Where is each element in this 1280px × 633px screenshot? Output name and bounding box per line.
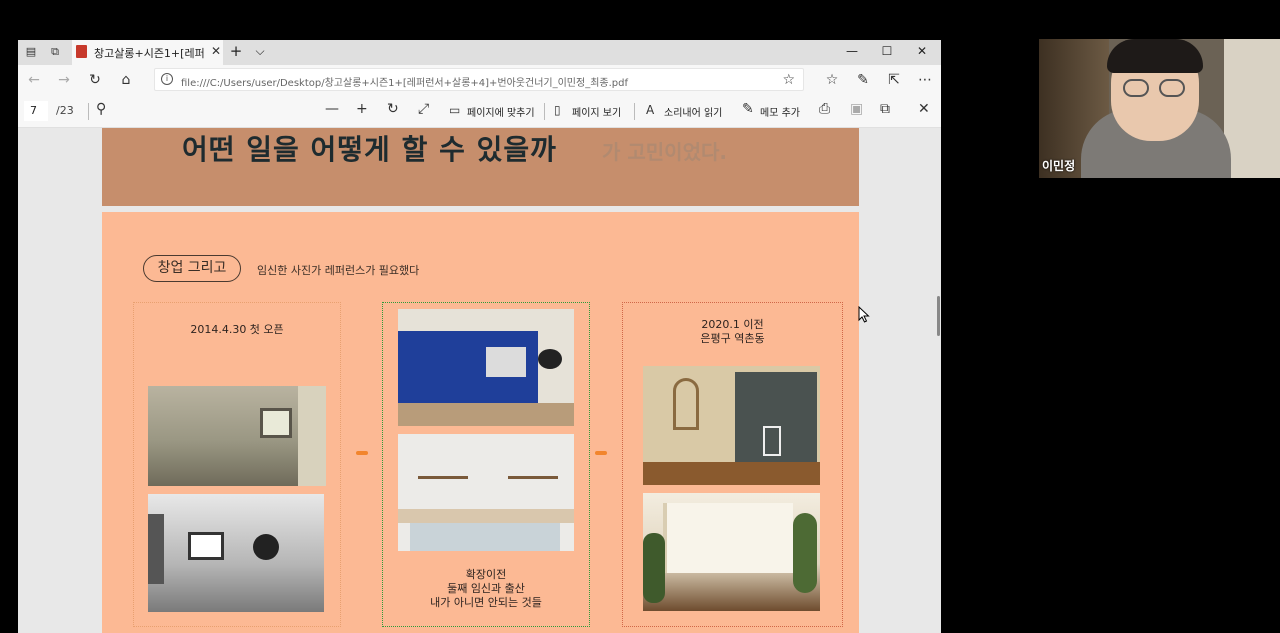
- cam-background-wall: [1224, 39, 1280, 178]
- column-2-caption-2: 둘째 임신과 출산: [447, 582, 525, 595]
- site-info-icon[interactable]: i: [161, 73, 173, 85]
- pdf-viewer[interactable]: 어떤 일을 어떻게 할 수 있을까 가 고민이었다. 창업 그리고 임신한 사진…: [18, 128, 941, 633]
- photo-blue-wall-studio: [398, 309, 574, 426]
- glasses-lens: [1159, 79, 1185, 97]
- tab-close-icon[interactable]: ✕: [211, 44, 221, 58]
- vertical-scrollbar[interactable]: [937, 296, 940, 336]
- save-as-icon[interactable]: ⧉: [880, 101, 890, 117]
- column-1-caption: 2014.4.30 첫 오픈: [190, 323, 284, 336]
- column-2-caption-3: 내가 아니면 안되는 것들: [430, 596, 542, 609]
- home-icon[interactable]: ⌂: [118, 72, 134, 88]
- browser-window: ▤ ⧉ 창고살롱+시즌1+[레퍼 ✕ + ⌵ — ☐ ✕ ← → ↻ ⌂ i f…: [18, 40, 941, 633]
- toolbar-divider: [88, 103, 89, 120]
- refresh-icon[interactable]: ↻: [87, 72, 103, 88]
- search-icon[interactable]: ⚲: [96, 101, 106, 117]
- minimize-button[interactable]: —: [844, 44, 860, 58]
- slide-body: 창업 그리고 임신한 사진가 레퍼런스가 필요했다 2014.4.30 첫 오픈: [102, 212, 859, 633]
- url-text: file:///C:/Users/user/Desktop/창고살롱+시즌1+[…: [181, 78, 629, 89]
- timeline-arrow-1: [356, 451, 368, 455]
- slide-headline-tail: 가 고민이었다.: [602, 140, 727, 164]
- slide-headline: 어떤 일을 어떻게 할 수 있을까: [182, 133, 557, 166]
- toolbar-divider: [634, 103, 635, 120]
- zoom-in-icon[interactable]: +: [356, 101, 368, 117]
- cam-person-hair: [1107, 39, 1203, 73]
- more-icon[interactable]: ⋯: [917, 72, 933, 88]
- slide-header-band: 어떤 일을 어떻게 할 수 있을까 가 고민이었다.: [102, 128, 859, 206]
- photo-bright-window-studio: [643, 493, 820, 611]
- timeline-column-3: 2020.1 이전 은평구 역촌동: [622, 302, 843, 627]
- read-aloud-button[interactable]: 소리내어 읽기: [664, 104, 722, 119]
- maximize-button[interactable]: ☐: [879, 44, 895, 58]
- pen-icon[interactable]: ✎: [855, 72, 871, 88]
- read-aloud-icon: A: [646, 103, 655, 117]
- mouse-cursor-icon: [858, 306, 870, 323]
- rotate-icon[interactable]: ↻: [387, 101, 399, 117]
- section-description: 임신한 사진가 레퍼런스가 필요했다: [257, 264, 420, 277]
- print-icon[interactable]: ⎙: [819, 101, 830, 117]
- photo-vintage-studio: [643, 366, 820, 485]
- save-icon[interactable]: ▣: [850, 101, 863, 117]
- fit-page-icon: ▭: [449, 103, 461, 117]
- fullscreen-icon[interactable]: ⤢: [418, 101, 429, 117]
- tab-title: 창고살롱+시즌1+[레퍼: [94, 47, 204, 60]
- tab-bar: ▤ ⧉ 창고살롱+시즌1+[레퍼 ✕ + ⌵ — ☐ ✕: [18, 40, 941, 65]
- fit-page-button[interactable]: 페이지에 맞추기: [467, 104, 535, 119]
- share-icon[interactable]: ⇱: [886, 72, 902, 88]
- participant-name: 이민정: [1042, 159, 1076, 173]
- page-view-button[interactable]: 페이지 보기: [572, 104, 621, 119]
- toolbar-divider: [544, 103, 545, 120]
- column-3-caption-1: 2020.1 이전: [701, 318, 764, 331]
- back-icon[interactable]: ←: [26, 72, 42, 88]
- tab-actions-icon[interactable]: ▤: [24, 45, 38, 59]
- timeline-arrow-2: [595, 451, 607, 455]
- column-3-caption-2: 은평구 역촌동: [700, 332, 765, 345]
- pin-toolbar-icon[interactable]: ✕: [918, 101, 930, 117]
- address-bar-row: ← → ↻ ⌂ i file:///C:/Users/user/Desktop/…: [18, 65, 941, 95]
- favorites-icon[interactable]: ☆: [824, 72, 840, 88]
- url-field[interactable]: i file:///C:/Users/user/Desktop/창고살롱+시즌1…: [154, 68, 804, 91]
- column-2-caption-1: 확장이전: [465, 568, 507, 581]
- webcam-video-tile: 이민정: [1039, 39, 1280, 178]
- page-total: /23: [56, 104, 74, 117]
- pdf-file-icon: [76, 45, 87, 58]
- timeline-column-2: 확장이전 둘째 임신과 출산 내가 아니면 안되는 것들: [382, 302, 590, 627]
- add-note-icon: ✎: [742, 101, 754, 117]
- page-view-icon: ▯: [554, 103, 561, 117]
- glasses-icon: [1123, 79, 1149, 97]
- forward-icon[interactable]: →: [56, 72, 72, 88]
- new-tab-button[interactable]: +: [228, 42, 244, 60]
- photo-empty-room: [148, 386, 326, 486]
- add-note-button[interactable]: 메모 추가: [760, 104, 800, 119]
- page-number-input[interactable]: 7: [24, 101, 48, 121]
- close-window-button[interactable]: ✕: [914, 44, 930, 58]
- favorite-star-icon[interactable]: ☆: [782, 72, 795, 88]
- photo-white-kitchen: [398, 434, 574, 551]
- photo-studio-bw: [148, 494, 324, 612]
- zoom-out-icon[interactable]: —: [325, 101, 339, 117]
- timeline-column-1: 2014.4.30 첫 오픈: [133, 302, 341, 627]
- tab-pdf[interactable]: 창고살롱+시즌1+[레퍼 ✕: [72, 40, 223, 65]
- tab-list-icon[interactable]: ⌵: [252, 44, 268, 59]
- section-pill: 창업 그리고: [143, 255, 241, 282]
- pdf-toolbar: 7 /23 ⚲ — + ↻ ⤢ ▭ 페이지에 맞추기 ▯ 페이지 보기 A 소리…: [18, 95, 941, 128]
- tab-set-aside-icon[interactable]: ⧉: [48, 45, 62, 59]
